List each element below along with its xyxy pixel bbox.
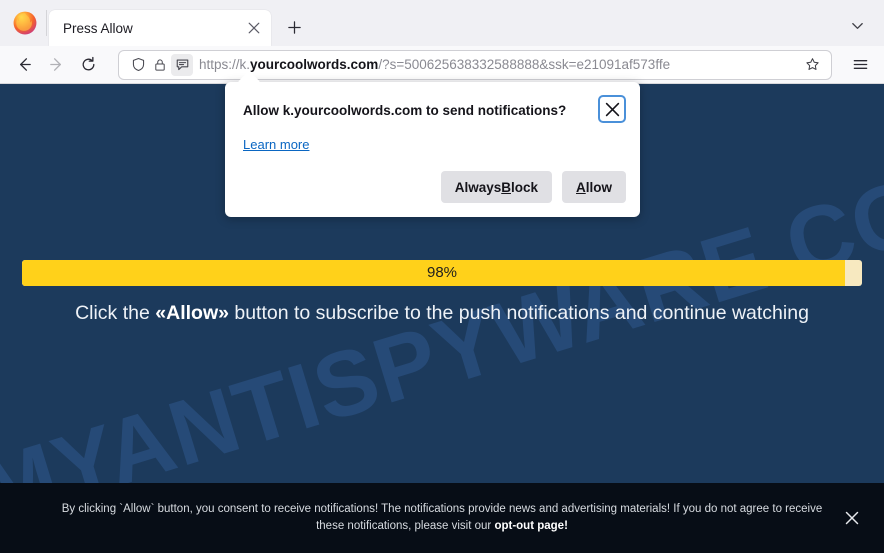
- padlock-icon[interactable]: [149, 54, 171, 76]
- allow-accesskey: A: [576, 179, 586, 195]
- allow-button[interactable]: Allow: [562, 171, 626, 203]
- firefox-logo-icon: [10, 8, 40, 38]
- url-path: /?s=500625638332588888&ssk=e21091af573ff…: [378, 57, 671, 72]
- cta-allow-emphasis: «Allow»: [155, 302, 229, 324]
- url-host: yourcoolwords.com: [250, 57, 379, 72]
- plus-icon[interactable]: [279, 12, 309, 42]
- url-scheme: https://k.: [199, 57, 251, 72]
- always-block-prefix: Always: [454, 179, 502, 195]
- learn-more-link[interactable]: Learn more: [243, 137, 309, 152]
- notification-bubble-icon[interactable]: [171, 53, 193, 76]
- consent-text: By clicking `Allow` button, you consent …: [57, 501, 827, 535]
- progress-bar: 98%: [22, 260, 862, 286]
- star-icon[interactable]: [800, 53, 824, 77]
- always-block-button[interactable]: Always Block: [440, 171, 552, 203]
- close-icon[interactable]: [243, 17, 265, 39]
- cta-suffix: button to subscribe to the push notifica…: [228, 302, 809, 324]
- doorhanger-title: Allow k.yourcoolwords.com to send notifi…: [243, 103, 567, 118]
- browser-window: Press Allow https://k.yourcoolwords.com/…: [0, 0, 884, 553]
- hamburger-menu-icon[interactable]: [844, 50, 876, 80]
- chevron-down-icon[interactable]: [842, 10, 872, 40]
- call-to-action-text: Click the «Allow» button to subscribe to…: [0, 302, 884, 325]
- back-arrow-icon[interactable]: [8, 50, 40, 80]
- tab-title: Press Allow: [63, 20, 133, 36]
- navigation-toolbar: https://k.yourcoolwords.com/?s=500625638…: [0, 46, 884, 84]
- shield-icon[interactable]: [127, 54, 149, 76]
- consent-text-body: By clicking `Allow` button, you consent …: [61, 503, 823, 532]
- notification-permission-dialog: Allow k.yourcoolwords.com to send notifi…: [225, 70, 640, 217]
- doorhanger-actions: Always Block Allow: [243, 171, 626, 203]
- always-block-accesskey: B: [501, 179, 511, 195]
- tabstrip-divider: [46, 10, 47, 36]
- always-block-suffix: lock: [510, 179, 538, 195]
- url-text[interactable]: https://k.yourcoolwords.com/?s=500625638…: [199, 57, 800, 72]
- opt-out-link[interactable]: opt-out page!: [494, 520, 567, 532]
- tab-strip: Press Allow: [0, 0, 884, 46]
- reload-icon[interactable]: [72, 50, 104, 80]
- doorhanger-header: Allow k.yourcoolwords.com to send notifi…: [243, 95, 626, 123]
- close-icon[interactable]: [598, 95, 626, 123]
- progress-percent-label: 98%: [426, 264, 458, 281]
- close-icon[interactable]: [840, 506, 864, 530]
- allow-suffix: llow: [585, 179, 612, 195]
- address-bar[interactable]: https://k.yourcoolwords.com/?s=500625638…: [118, 49, 832, 80]
- browser-tab[interactable]: Press Allow: [49, 10, 271, 46]
- consent-bar: By clicking `Allow` button, you consent …: [0, 483, 884, 553]
- cta-prefix: Click the: [75, 302, 156, 324]
- forward-arrow-icon: [40, 50, 72, 80]
